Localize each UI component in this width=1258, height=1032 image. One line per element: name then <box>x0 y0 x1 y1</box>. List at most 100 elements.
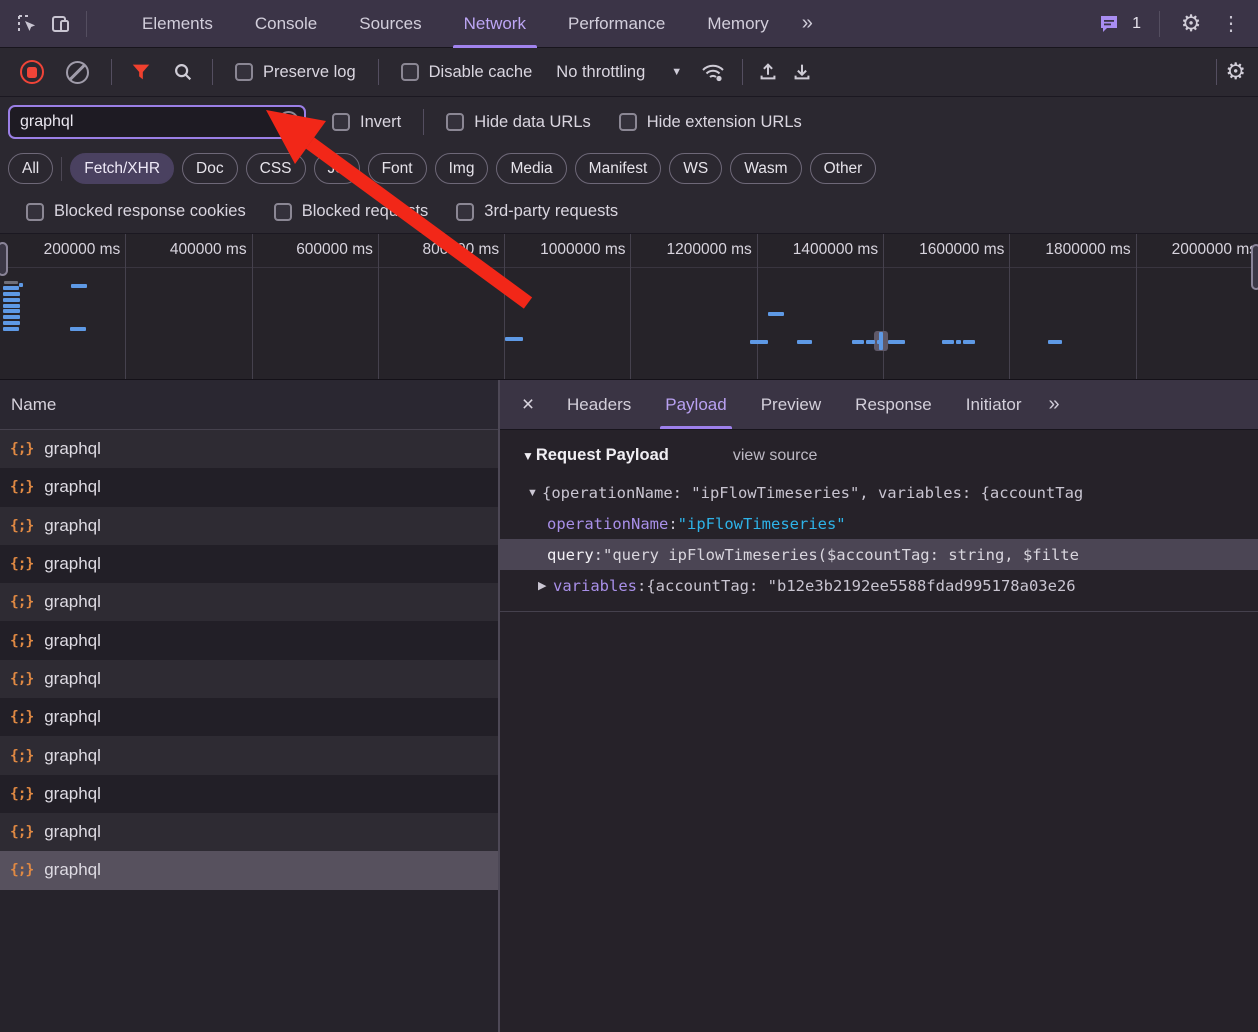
tab-network[interactable]: Network <box>443 0 547 48</box>
export-har-icon[interactable] <box>791 61 813 83</box>
chip-js[interactable]: JS <box>314 153 360 184</box>
clear-network-log-button[interactable] <box>66 61 89 84</box>
payload-tree-row[interactable]: operationName: "ipFlowTimeseries" <box>500 508 1258 539</box>
hide-extension-urls-checkbox[interactable]: Hide extension URLs <box>619 113 802 132</box>
detail-tab-payload[interactable]: Payload <box>648 380 743 429</box>
json-braces-icon: {;} <box>10 441 33 457</box>
3rd-party-requests-label: 3rd-party requests <box>484 202 618 221</box>
invert-checkbox[interactable]: Invert <box>332 113 401 132</box>
overview-right-handle[interactable] <box>1251 244 1258 290</box>
checkbox[interactable] <box>456 203 474 221</box>
tree-expand-icon[interactable]: ▶ <box>538 579 546 592</box>
collapse-triangle-icon[interactable]: ▼ <box>522 449 534 463</box>
checkbox[interactable] <box>619 113 637 131</box>
hide-data-urls-label: Hide data URLs <box>474 113 590 132</box>
overview-request-bar <box>1048 340 1062 344</box>
chip-fetch-xhr[interactable]: Fetch/XHR <box>70 153 174 184</box>
filter-input[interactable] <box>8 105 306 139</box>
payload-token: variables <box>553 577 637 595</box>
more-detail-tabs-icon[interactable]: » <box>1038 380 1067 429</box>
detail-tab-initiator[interactable]: Initiator <box>949 380 1039 429</box>
checkbox[interactable] <box>235 63 253 81</box>
request-name: graphql <box>44 554 101 574</box>
tree-expand-icon[interactable]: ▼ <box>527 487 538 499</box>
detail-tab-preview[interactable]: Preview <box>744 380 838 429</box>
issues-message-icon[interactable] <box>1092 7 1126 41</box>
checkbox[interactable] <box>446 113 464 131</box>
network-conditions-icon[interactable] <box>700 60 726 84</box>
chip-ws[interactable]: WS <box>669 153 722 184</box>
request-row[interactable]: {;}graphql <box>0 813 498 851</box>
chip-media[interactable]: Media <box>496 153 566 184</box>
blocked-response-cookies-checkbox[interactable]: Blocked response cookies <box>26 202 246 221</box>
json-braces-icon: {;} <box>10 786 33 802</box>
panel-tabs: ElementsConsoleSourcesNetworkPerformance… <box>121 0 790 48</box>
inspect-element-icon[interactable] <box>10 7 44 41</box>
checkbox[interactable] <box>274 203 292 221</box>
request-row[interactable]: {;}graphql <box>0 583 498 621</box>
chip-other[interactable]: Other <box>810 153 877 184</box>
request-list: {;}graphql{;}graphql{;}graphql{;}graphql… <box>0 430 498 1032</box>
more-panels-icon[interactable]: » <box>790 12 823 35</box>
hide-data-urls-checkbox[interactable]: Hide data URLs <box>446 113 590 132</box>
throttling-dropdown[interactable]: No throttling ▼ <box>556 63 682 82</box>
checkbox[interactable] <box>332 113 350 131</box>
network-settings-gear-icon[interactable]: ⚙ <box>1225 60 1246 84</box>
request-row[interactable]: {;}graphql <box>0 507 498 545</box>
json-braces-icon: {;} <box>10 479 33 495</box>
request-row[interactable]: {;}graphql <box>0 621 498 659</box>
tab-console[interactable]: Console <box>234 0 338 48</box>
checkbox[interactable] <box>26 203 44 221</box>
tab-elements[interactable]: Elements <box>121 0 234 48</box>
name-column-header[interactable]: Name <box>0 380 498 430</box>
chip-wasm[interactable]: Wasm <box>730 153 801 184</box>
overview-left-handle[interactable] <box>0 242 8 276</box>
search-icon[interactable] <box>172 61 194 83</box>
request-row[interactable]: {;}graphql <box>0 736 498 774</box>
request-row[interactable]: {;}graphql <box>0 468 498 506</box>
overview-request-bar <box>3 327 19 331</box>
tab-sources[interactable]: Sources <box>338 0 442 48</box>
blocked-requests-checkbox[interactable]: Blocked requests <box>274 202 429 221</box>
request-row[interactable]: {;}graphql <box>0 430 498 468</box>
chip-all[interactable]: All <box>8 153 53 184</box>
detail-tab-headers[interactable]: Headers <box>550 380 648 429</box>
network-overview-timeline[interactable]: 200000 ms400000 ms600000 ms800000 ms1000… <box>0 234 1258 380</box>
device-toolbar-icon[interactable] <box>44 7 78 41</box>
3rd-party-requests-checkbox[interactable]: 3rd-party requests <box>456 202 618 221</box>
close-details-icon[interactable]: × <box>506 380 550 429</box>
payload-tree-row[interactable]: ▶variables: {accountTag: "b12e3b2192ee55… <box>500 570 1258 601</box>
tab-memory[interactable]: Memory <box>686 0 789 48</box>
detail-tab-response[interactable]: Response <box>838 380 949 429</box>
view-source-link[interactable]: view source <box>733 447 817 465</box>
overview-request-bar <box>888 340 905 344</box>
chip-manifest[interactable]: Manifest <box>575 153 662 184</box>
overview-request-bar <box>852 340 864 344</box>
disable-cache-checkbox[interactable]: Disable cache <box>401 63 533 82</box>
payload-tree-row[interactable]: ▼{operationName: "ipFlowTimeseries", var… <box>500 477 1258 508</box>
record-network-log-button[interactable] <box>20 60 44 84</box>
request-row[interactable]: {;}graphql <box>0 698 498 736</box>
clear-filter-icon[interactable]: ✕ <box>278 111 299 132</box>
tick-label: 2000000 ms <box>1172 241 1257 259</box>
settings-gear-icon[interactable]: ⚙ <box>1174 7 1208 41</box>
request-row[interactable]: {;}graphql <box>0 775 498 813</box>
request-row[interactable]: {;}graphql <box>0 851 498 889</box>
tab-performance[interactable]: Performance <box>547 0 686 48</box>
divider <box>61 157 62 181</box>
chip-font[interactable]: Font <box>368 153 427 184</box>
kebab-menu-icon[interactable]: ⋮ <box>1214 7 1248 41</box>
chip-doc[interactable]: Doc <box>182 153 238 184</box>
preserve-log-checkbox[interactable]: Preserve log <box>235 63 356 82</box>
payload-token: {accountTag: "b12e3b2192ee5588fdad995178… <box>646 577 1075 595</box>
payload-tree-row[interactable]: query: "query ipFlowTimeseries($accountT… <box>500 539 1258 570</box>
requests-panel: Name {;}graphql{;}graphql{;}graphql{;}gr… <box>0 380 500 1032</box>
request-row[interactable]: {;}graphql <box>0 660 498 698</box>
chip-img[interactable]: Img <box>435 153 489 184</box>
checkbox[interactable] <box>401 63 419 81</box>
filter-icon[interactable] <box>130 61 152 83</box>
request-row[interactable]: {;}graphql <box>0 545 498 583</box>
import-har-icon[interactable] <box>757 61 779 83</box>
overview-request-bar <box>3 321 20 325</box>
chip-css[interactable]: CSS <box>246 153 306 184</box>
